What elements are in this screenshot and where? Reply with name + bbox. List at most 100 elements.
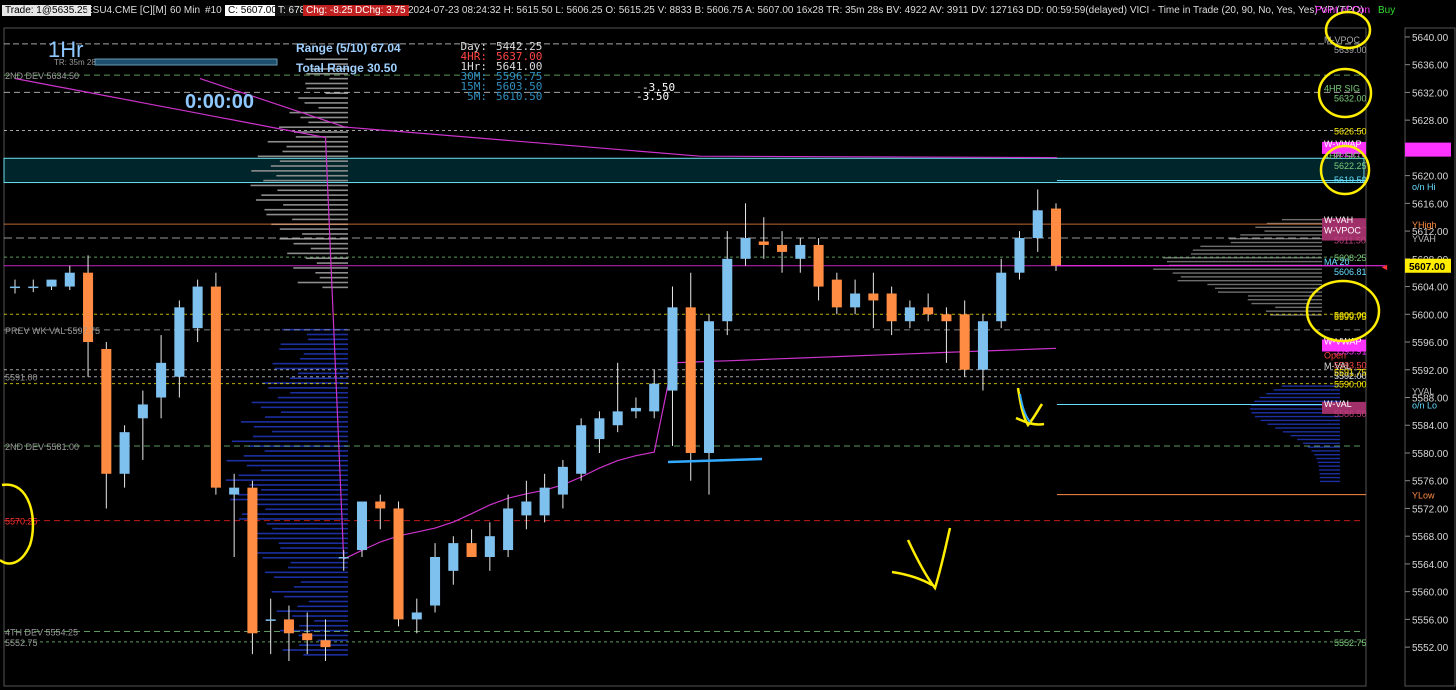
volume-profile-bar <box>280 343 348 346</box>
candle-body[interactable] <box>557 466 568 495</box>
volume-profile-bar <box>1267 423 1340 425</box>
candle-body[interactable] <box>685 307 696 453</box>
volume-profile-bar <box>298 97 348 99</box>
volume-profile-bar <box>272 527 348 530</box>
candle-body[interactable] <box>484 536 495 557</box>
candle-body[interactable] <box>521 501 532 516</box>
volume-profile-bar <box>308 600 348 603</box>
candle-body[interactable] <box>904 307 915 322</box>
candle-body[interactable] <box>247 487 258 634</box>
price-axis-label: 5556.00 <box>1412 615 1449 626</box>
candle-body[interactable] <box>612 411 623 426</box>
volume-profile-bar <box>292 615 348 617</box>
countdown-timer: 0:00:00 <box>185 91 254 113</box>
candle-body[interactable] <box>375 501 386 509</box>
candle-body[interactable] <box>356 501 368 551</box>
candle-body[interactable] <box>868 293 879 301</box>
candle-body[interactable] <box>630 407 641 412</box>
candle-body[interactable] <box>283 619 294 634</box>
volume-profile-bar <box>231 440 348 443</box>
volume-profile-bar <box>1255 226 1322 228</box>
candle-body[interactable] <box>722 258 733 322</box>
volume-profile-bar <box>1153 268 1322 270</box>
w-vwap-price-marker <box>1405 142 1451 157</box>
price-chart[interactable]: 5640.005636.005632.005628.005624.005620.… <box>0 0 1456 690</box>
candle-body[interactable] <box>959 314 970 370</box>
candle-body[interactable] <box>996 272 1007 322</box>
candle-body[interactable] <box>64 272 75 287</box>
candle-body[interactable] <box>576 425 587 474</box>
candle-body[interactable] <box>411 612 422 620</box>
volume-profile-bar <box>318 106 348 109</box>
candle-body[interactable] <box>977 321 988 370</box>
volume-profile-bar <box>279 228 348 230</box>
volume-profile-bar <box>279 238 348 240</box>
volume-profile-bar <box>280 547 348 549</box>
volume-profile-bar <box>249 484 348 486</box>
level-value-label: 5626.50 <box>1334 127 1367 137</box>
candle-body[interactable] <box>338 556 349 559</box>
candle-body[interactable] <box>831 279 842 308</box>
candle-body[interactable] <box>667 307 678 391</box>
candle-body[interactable] <box>539 487 550 516</box>
volume-profile-bar <box>1319 480 1340 483</box>
candle-body[interactable] <box>430 556 441 606</box>
session-vwap-line <box>14 77 1057 561</box>
volume-profile-bar <box>264 208 348 211</box>
candle-body[interactable] <box>758 241 769 245</box>
level-value-label: 5632.00 <box>1334 93 1367 103</box>
level-value-label: 5591.75 <box>1334 368 1367 378</box>
candle-body[interactable] <box>119 432 130 474</box>
volume-profile-bar <box>310 247 348 250</box>
candle-body[interactable] <box>302 633 313 641</box>
candle-body[interactable] <box>594 418 605 440</box>
candle-body[interactable] <box>229 487 240 495</box>
candle-body[interactable] <box>1014 238 1025 273</box>
left-level-label: PREV WK VAL 5597.75 <box>5 326 100 336</box>
candle-body[interactable] <box>137 404 148 419</box>
volume-profile-bar <box>250 537 348 540</box>
candle-body[interactable] <box>265 619 276 621</box>
candle-body[interactable] <box>156 362 167 398</box>
level-value-label: 5622.25 <box>1334 161 1367 171</box>
level-tag-label: Open <box>1324 350 1346 360</box>
candle-body[interactable] <box>9 286 21 289</box>
candle-body[interactable] <box>850 293 861 308</box>
candle-body[interactable] <box>503 508 514 551</box>
level-tag-label: 4HR SIG <box>1324 83 1360 93</box>
price-axis-label: 5604.00 <box>1412 283 1449 294</box>
candle-body[interactable] <box>740 238 751 259</box>
candle-body[interactable] <box>448 543 459 571</box>
candle-body[interactable] <box>1032 210 1043 239</box>
candle-body[interactable] <box>192 286 203 329</box>
candle-body[interactable] <box>101 348 112 474</box>
volume-profile-bar <box>251 170 348 172</box>
level-value-label: 5586.50 <box>1334 409 1367 419</box>
candle-body[interactable] <box>466 543 477 557</box>
candle-body[interactable] <box>46 279 57 287</box>
volume-profile-bar <box>1275 427 1340 429</box>
candle-body[interactable] <box>795 244 806 259</box>
volume-profile-bar <box>1217 291 1322 293</box>
candle-body[interactable] <box>649 383 660 412</box>
candle-body[interactable] <box>923 307 934 315</box>
volume-profile-bar <box>277 189 348 192</box>
candle-body[interactable] <box>941 314 952 322</box>
candle-body[interactable] <box>28 286 39 289</box>
volume-profile-bar <box>262 556 348 559</box>
volume-profile-bar <box>290 561 348 564</box>
candle-body[interactable] <box>174 307 185 377</box>
candle-body[interactable] <box>703 321 715 453</box>
candle-body[interactable] <box>1050 208 1062 266</box>
candle-body[interactable] <box>393 508 404 620</box>
candle-body[interactable] <box>210 286 221 488</box>
level-tag-label: W-VAH <box>1324 215 1353 225</box>
candle-body[interactable] <box>320 640 331 648</box>
candle-body[interactable] <box>886 293 897 322</box>
volume-profile-bar <box>266 213 348 216</box>
volume-profile-bar <box>250 184 348 187</box>
volume-profile-bar <box>240 421 348 423</box>
candle-body[interactable] <box>813 244 824 287</box>
session-tag: YLow <box>1412 491 1435 501</box>
candle-body[interactable] <box>777 244 788 252</box>
